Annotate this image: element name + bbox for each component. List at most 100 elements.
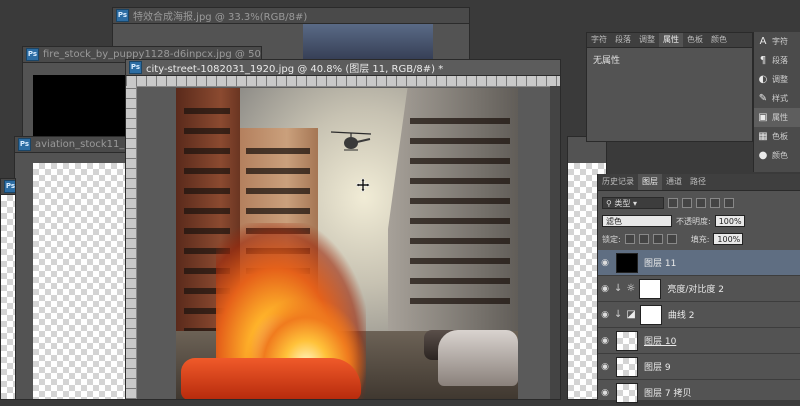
- tab-properties[interactable]: 属性: [659, 33, 683, 47]
- filter-smart-icon[interactable]: [724, 198, 734, 208]
- layer-row[interactable]: ◉ 图层 7 拷贝: [598, 380, 800, 406]
- fill-label: 填充:: [690, 234, 710, 244]
- layer-name[interactable]: 亮度/对比度 2: [667, 282, 724, 295]
- side-item-styles[interactable]: ✎ 样式: [754, 89, 800, 108]
- lock-label: 锁定:: [602, 234, 621, 244]
- search-icon: ⚲: [606, 199, 612, 208]
- canvas-image[interactable]: [176, 88, 518, 399]
- parked-car-white: [438, 330, 518, 386]
- doc-title-bar[interactable]: Ps 特效合成海报.jpg @ 33.3%(RGB/8#): [113, 8, 469, 24]
- side-item-adjustments[interactable]: ◐ 调整: [754, 70, 800, 89]
- properties-content: 无属性: [593, 56, 621, 66]
- filter-label: 类型: [614, 199, 631, 208]
- side-item-label: 段落: [772, 56, 788, 65]
- opacity-input[interactable]: 100%: [714, 215, 745, 227]
- eye-icon[interactable]: ◉: [598, 284, 612, 294]
- side-item-properties[interactable]: ▣ 属性: [754, 108, 800, 127]
- layer-name[interactable]: 图层 11: [644, 256, 676, 269]
- filter-adjust-icon[interactable]: [682, 198, 692, 208]
- blend-mode-value: 滤色: [606, 217, 622, 226]
- tab-paragraph[interactable]: 段落: [611, 33, 635, 47]
- doc-window-city-street[interactable]: Ps city-street-1082031_1920.jpg @ 40.8% …: [125, 59, 561, 400]
- side-item-paragraph[interactable]: ¶ 段落: [754, 51, 800, 70]
- doc-title: aviation_stock11_by_k1sto: [35, 139, 129, 150]
- layer-thumb: [616, 356, 638, 377]
- eye-icon[interactable]: ◉: [598, 362, 612, 372]
- curves-icon: ◪: [626, 309, 636, 320]
- filter-pixel-icon[interactable]: [668, 198, 678, 208]
- layer-row[interactable]: ◉ ↓ ☼ 亮度/对比度 2: [598, 276, 800, 302]
- transparent-canvas: [1, 195, 15, 399]
- adjustments-icon: ◐: [758, 73, 768, 85]
- side-item-color[interactable]: ● 颜色: [754, 146, 800, 165]
- paragraph-icon: ¶: [759, 54, 767, 66]
- filter-shape-icon[interactable]: [710, 198, 720, 208]
- tab-adjustments[interactable]: 调整: [635, 33, 659, 47]
- transparent-canvas: [33, 163, 129, 399]
- ps-icon: Ps: [26, 48, 39, 61]
- blend-row: 滤色 不透明度: 100%: [598, 212, 800, 230]
- side-item-label: 颜色: [772, 151, 788, 160]
- side-item-label: 色板: [772, 132, 788, 141]
- layer-mask-thumb: [639, 304, 662, 325]
- layer-filter-select[interactable]: ⚲ 类型 ▾: [602, 197, 664, 209]
- properties-panel[interactable]: 字符 段落 调整 属性 色板 颜色 无属性: [586, 32, 753, 142]
- eye-icon[interactable]: ◉: [598, 388, 612, 398]
- tab-character[interactable]: 字符: [587, 33, 611, 47]
- side-item-character[interactable]: A 字符: [754, 32, 800, 51]
- layer-name[interactable]: 图层 9: [644, 360, 671, 373]
- doc-title-bar[interactable]: Ps city-street-1082031_1920.jpg @ 40.8% …: [126, 60, 560, 76]
- brightness-icon: ☼: [626, 283, 636, 294]
- layer-row[interactable]: ◉ ↓ ◪ 曲线 2: [598, 302, 800, 328]
- layer-name[interactable]: 图层 10: [644, 334, 676, 347]
- tab-channels[interactable]: 通道: [662, 174, 686, 190]
- styles-icon: ✎: [758, 92, 768, 104]
- fill-input[interactable]: 100%: [713, 233, 744, 245]
- layer-thumb: [616, 330, 638, 351]
- side-item-label: 样式: [772, 94, 788, 103]
- tab-history[interactable]: 历史记录: [598, 174, 638, 190]
- eye-icon[interactable]: ◉: [598, 258, 612, 268]
- filter-type-icon[interactable]: [696, 198, 706, 208]
- tab-layers[interactable]: 图层: [638, 174, 662, 190]
- vertical-scrollbar[interactable]: [550, 86, 560, 399]
- opacity-label: 不透明度:: [676, 216, 711, 226]
- tab-paths[interactable]: 路径: [686, 174, 710, 190]
- doc-window-edge[interactable]: Ps: [0, 178, 16, 400]
- ps-icon: Ps: [4, 180, 15, 193]
- ruler-vertical[interactable]: [126, 86, 137, 399]
- panel-icon-column: A 字符 ¶ 段落 ◐ 调整 ✎ 样式 ▣ 属性 ▦ 色板 ● 颜色: [753, 32, 800, 172]
- layers-panel[interactable]: 历史记录 图层 通道 路径 ⚲ 类型 ▾ 滤色 不透明度: 100% 锁定: 填…: [597, 174, 800, 406]
- doc-window-aviation[interactable]: Ps aviation_stock11_by_k1sto: [14, 136, 130, 400]
- move-cursor-icon: [356, 178, 370, 192]
- doc-title-bar[interactable]: Ps aviation_stock11_by_k1sto: [15, 137, 129, 153]
- side-item-label: 属性: [772, 113, 788, 122]
- side-item-label: 调整: [772, 75, 788, 84]
- clip-arrow-icon: ↓: [614, 309, 623, 320]
- doc-title: 特效合成海报.jpg @ 33.3%(RGB/8#): [133, 12, 308, 23]
- lock-move-icon[interactable]: [652, 234, 663, 244]
- doc-title-bar[interactable]: Ps: [1, 179, 15, 195]
- swatches-icon: ▦: [758, 130, 768, 142]
- ps-icon: Ps: [18, 138, 31, 151]
- ps-icon: Ps: [116, 9, 129, 22]
- lock-brush-icon[interactable]: [638, 234, 649, 244]
- layers-tabs: 历史记录 图层 通道 路径: [598, 174, 800, 191]
- blend-mode-select[interactable]: 滤色: [602, 215, 672, 227]
- layer-name[interactable]: 曲线 2: [668, 308, 695, 321]
- color-icon: ●: [758, 149, 768, 161]
- tab-color[interactable]: 颜色: [707, 33, 731, 47]
- lock-transparent-icon[interactable]: [624, 234, 635, 244]
- side-item-swatches[interactable]: ▦ 色板: [754, 127, 800, 146]
- layer-row[interactable]: ◉ 图层 9: [598, 354, 800, 380]
- eye-icon[interactable]: ◉: [598, 310, 612, 320]
- eye-icon[interactable]: ◉: [598, 336, 612, 346]
- layer-row[interactable]: ◉ 图层 11: [598, 250, 800, 276]
- layer-name[interactable]: 图层 7 拷贝: [644, 386, 691, 399]
- lock-all-icon[interactable]: [666, 234, 677, 244]
- clip-arrow-icon: ↓: [614, 283, 623, 294]
- layer-row[interactable]: ◉ 图层 10: [598, 328, 800, 354]
- ruler-horizontal[interactable]: [126, 76, 560, 87]
- properties-tabs: 字符 段落 调整 属性 色板 颜色: [587, 33, 752, 48]
- tab-swatches[interactable]: 色板: [683, 33, 707, 47]
